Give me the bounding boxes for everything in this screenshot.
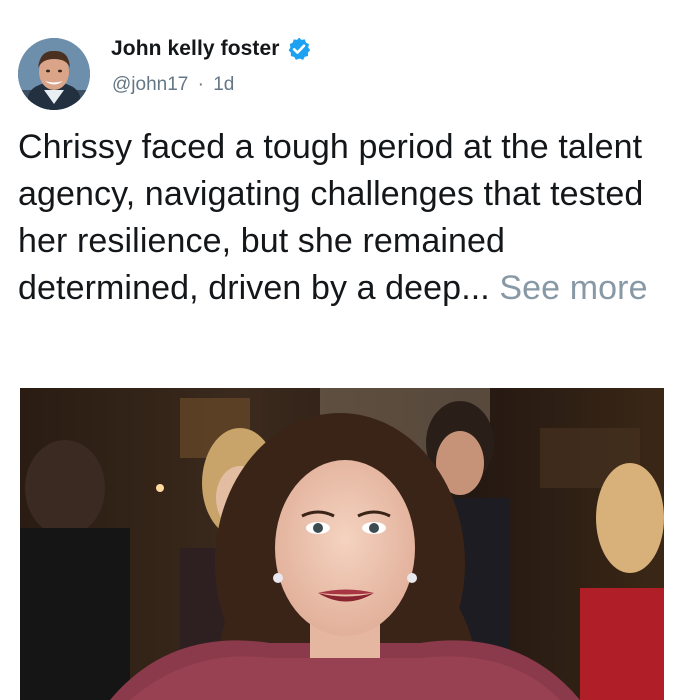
display-name[interactable]: John kelly foster xyxy=(111,37,280,61)
name-row: John kelly foster xyxy=(111,36,312,62)
meta-row: @john17 · 1d xyxy=(112,74,234,96)
avatar-image xyxy=(18,38,90,110)
separator-dot: · xyxy=(197,74,204,95)
verified-badge-icon xyxy=(286,36,312,62)
see-more-link[interactable]: See more xyxy=(499,269,647,307)
avatar[interactable] xyxy=(18,38,90,110)
tweet-header: John kelly foster @john17 · 1d xyxy=(18,32,678,116)
timestamp[interactable]: 1d xyxy=(213,74,234,96)
photo-image xyxy=(20,388,664,700)
tweet-photo[interactable] xyxy=(20,388,664,700)
user-handle[interactable]: @john17 xyxy=(112,74,188,96)
tweet-body: Chrissy faced a tough period at the tale… xyxy=(18,124,682,312)
